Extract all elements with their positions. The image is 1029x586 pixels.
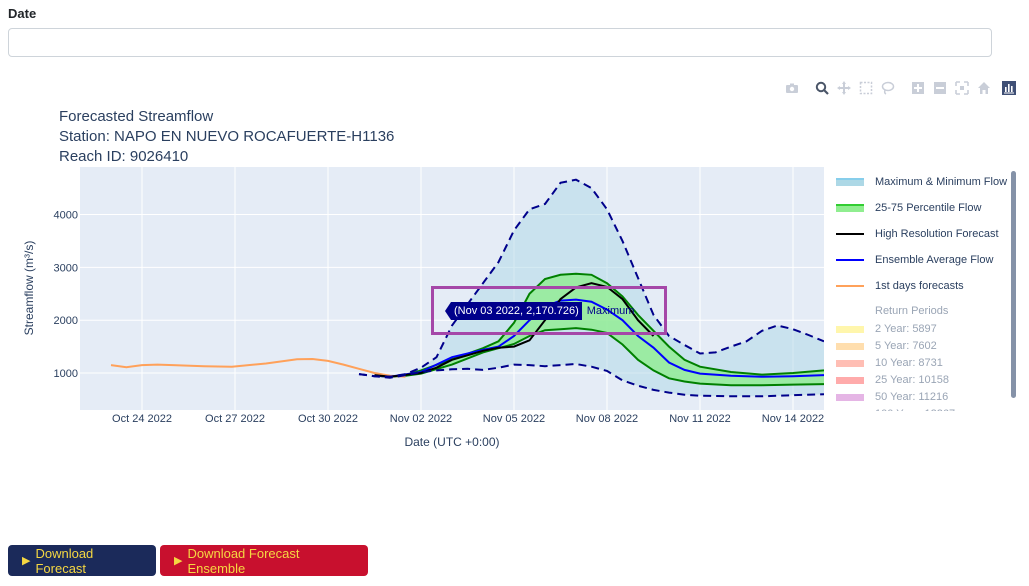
return-period-label: 5 Year: 7602 bbox=[875, 340, 937, 352]
legend-swatch bbox=[836, 359, 864, 367]
zoom-icon[interactable] bbox=[814, 80, 830, 96]
return-period-item[interactable]: 100 Year: 12267 bbox=[836, 406, 955, 411]
return-period-item[interactable]: 2 Year: 5897 bbox=[836, 321, 937, 337]
legend-item[interactable]: Ensemble Average Flow bbox=[836, 252, 993, 268]
return-period-label: 10 Year: 8731 bbox=[875, 357, 943, 369]
play-icon: ▶ bbox=[22, 555, 31, 567]
plot-modebar bbox=[784, 80, 998, 96]
return-period-item[interactable]: 25 Year: 10158 bbox=[836, 372, 949, 388]
legend-swatch bbox=[836, 376, 864, 384]
zoom-out-icon[interactable] bbox=[932, 80, 948, 96]
play-icon: ▶ bbox=[174, 555, 183, 567]
y-tick-label: 3000 bbox=[54, 262, 78, 274]
legend-swatch bbox=[836, 342, 864, 350]
chart-legend: Maximum & Minimum Flow 25-75 Percentile F… bbox=[836, 170, 1012, 411]
return-period-item[interactable]: 50 Year: 11216 bbox=[836, 389, 948, 405]
x-tick-label: Nov 05 2022 bbox=[483, 413, 545, 425]
x-axis-title: Date (UTC +0:00) bbox=[404, 435, 499, 449]
date-input[interactable] bbox=[8, 28, 992, 57]
x-tick-label: Oct 27 2022 bbox=[205, 413, 265, 425]
legend-swatch bbox=[836, 410, 864, 411]
hover-tooltip-value: (Nov 03 2022, 2,170.726) bbox=[451, 302, 582, 320]
box-select-icon[interactable] bbox=[858, 80, 874, 96]
camera-icon[interactable] bbox=[784, 80, 800, 96]
y-tick-label: 2000 bbox=[54, 315, 78, 327]
x-tick-label: Oct 30 2022 bbox=[298, 413, 358, 425]
x-tick-label: Nov 02 2022 bbox=[390, 413, 452, 425]
return-period-label: 25 Year: 10158 bbox=[875, 374, 950, 386]
plotly-logo-icon[interactable] bbox=[1002, 81, 1016, 95]
lasso-icon[interactable] bbox=[880, 80, 896, 96]
autoscale-icon[interactable] bbox=[954, 80, 970, 96]
legend-label: 25-75 Percentile Flow bbox=[875, 202, 982, 214]
return-period-item[interactable]: 10 Year: 8731 bbox=[836, 355, 943, 371]
legend-swatch bbox=[836, 259, 864, 261]
legend-item[interactable]: 1st days forecasts bbox=[836, 278, 964, 294]
zoom-in-icon[interactable] bbox=[910, 80, 926, 96]
hover-tooltip: (Nov 03 2022, 2,170.726) Maximum bbox=[445, 302, 635, 320]
legend-label: Ensemble Average Flow bbox=[875, 254, 994, 266]
y-tick-label: 4000 bbox=[54, 210, 78, 222]
return-periods-title: Return Periods bbox=[875, 305, 949, 317]
download-forecast-label: Download Forecast bbox=[35, 545, 94, 576]
return-period-label: 50 Year: 11216 bbox=[875, 391, 949, 403]
pan-icon[interactable] bbox=[836, 80, 852, 96]
date-label: Date bbox=[8, 6, 37, 21]
download-ensemble-label: Download Forecast Ensemble bbox=[187, 545, 300, 576]
y-tick-label: 1000 bbox=[54, 368, 78, 380]
x-tick-label: Oct 24 2022 bbox=[112, 413, 172, 425]
legend-label: High Resolution Forecast bbox=[875, 228, 999, 240]
legend-swatch bbox=[836, 325, 864, 333]
legend-swatch bbox=[836, 204, 864, 212]
return-period-item[interactable]: 5 Year: 7602 bbox=[836, 338, 937, 354]
legend-item[interactable]: Maximum & Minimum Flow bbox=[836, 174, 1007, 190]
legend-label: Maximum & Minimum Flow bbox=[875, 176, 1008, 188]
legend-label: 1st days forecasts bbox=[875, 280, 964, 292]
x-tick-label: Nov 11 2022 bbox=[669, 413, 731, 425]
download-ensemble-button[interactable]: ▶ Download Forecast Ensemble bbox=[160, 545, 368, 576]
legend-item[interactable]: 25-75 Percentile Flow bbox=[836, 200, 981, 216]
reset-axes-icon[interactable] bbox=[976, 80, 992, 96]
x-tick-label: Nov 08 2022 bbox=[576, 413, 638, 425]
y-axis-title: Streamflow (m³/s) bbox=[22, 241, 36, 336]
download-forecast-button[interactable]: ▶ Download Forecast bbox=[8, 545, 156, 576]
return-period-label: 100 Year: 12267 bbox=[875, 408, 955, 411]
hover-tooltip-series: Maximum bbox=[586, 305, 635, 317]
legend-swatch bbox=[836, 285, 864, 287]
legend-item[interactable]: High Resolution Forecast bbox=[836, 226, 999, 242]
legend-swatch bbox=[836, 178, 864, 186]
legend-scrollbar[interactable] bbox=[1011, 171, 1016, 398]
legend-swatch bbox=[836, 233, 864, 235]
x-tick-label: Nov 14 2022 bbox=[762, 413, 824, 425]
return-period-label: 2 Year: 5897 bbox=[875, 323, 937, 335]
legend-swatch bbox=[836, 393, 864, 401]
